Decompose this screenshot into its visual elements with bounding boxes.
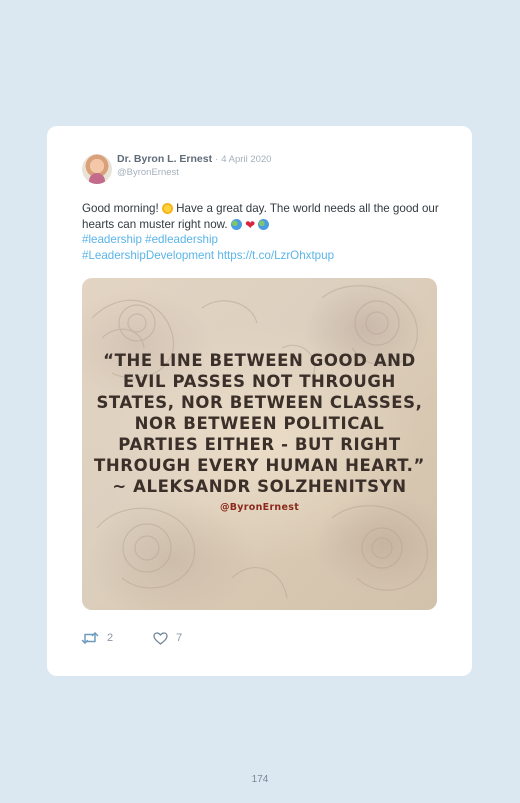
tweet-card: Dr. Byron L. Ernest · 4 April 2020 @Byro… [47,126,472,676]
tweet-link[interactable]: https://t.co/LzrOhxtpup [217,249,334,262]
tweet-text: Good morning! Have a great day. The worl… [82,201,444,263]
author-display-name[interactable]: Dr. Byron L. Ernest [117,154,212,165]
author-handle[interactable]: @ByronErnest [117,167,271,178]
avatar[interactable] [82,154,112,184]
quote-image[interactable]: “The line between good and evil passes n… [82,278,437,610]
heart-icon [153,631,168,645]
heart-emoji-icon: ❤ [245,217,256,232]
globe-emoji-icon [258,218,270,230]
like-count: 7 [176,632,183,644]
hashtags-line1[interactable]: #leadership #edleadership [82,233,218,246]
quote-text: “The line between good and evil passes n… [94,351,425,496]
quote-credit: @ByronErnest [219,502,300,513]
retweet-icon [81,631,99,645]
author-info: Dr. Byron L. Ernest · 4 April 2020 @Byro… [117,154,271,177]
retweet-button[interactable]: 2 [81,631,113,645]
tweet-date[interactable]: 4 April 2020 [221,155,271,165]
globe-emoji-icon [230,218,242,230]
page-number: 174 [251,774,269,785]
tweet-header: Dr. Byron L. Ernest · 4 April 2020 @Byro… [82,154,271,184]
tweet-actions: 2 7 [81,631,182,645]
like-button[interactable]: 7 [153,631,183,645]
sun-emoji-icon [161,203,173,214]
retweet-count: 2 [107,632,114,644]
date-separator: · [215,154,219,165]
hashtags-line2[interactable]: #LeadershipDevelopment [82,249,214,262]
tweet-text-part1: Good morning! [82,202,159,215]
